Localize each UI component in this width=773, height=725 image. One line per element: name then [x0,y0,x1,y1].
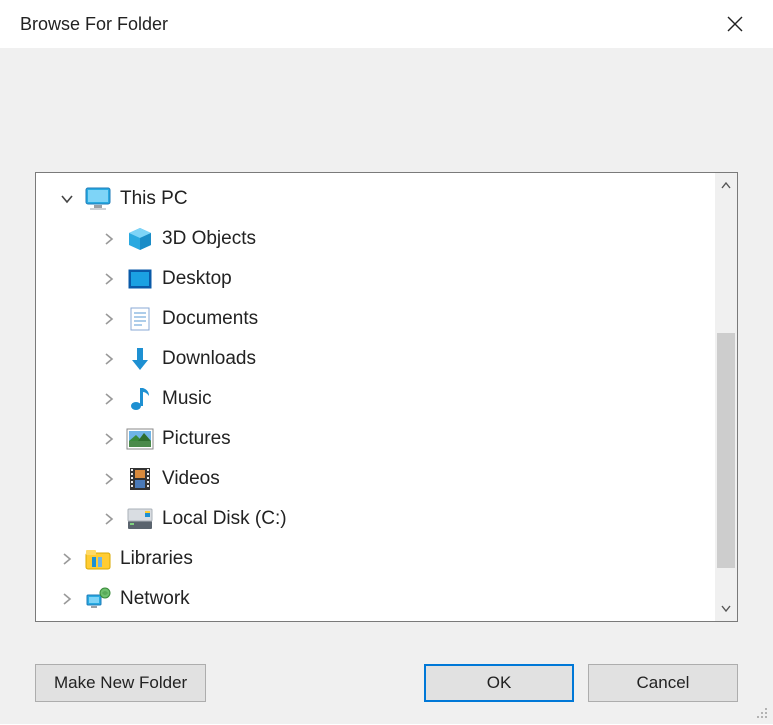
chevron-down-icon[interactable] [58,190,76,208]
tree-item-label: This PC [120,188,188,210]
download-arrow-icon [126,345,154,373]
tree-item-label: Downloads [162,348,256,370]
tree-item-label: Desktop [162,268,232,290]
scroll-up-arrow-icon[interactable] [715,175,737,197]
tree-item-libraries[interactable]: Libraries [40,539,711,579]
tree-item-label: Videos [162,468,220,490]
folder-tree[interactable]: This PC 3D Objects [36,173,715,621]
network-icon [84,585,112,613]
chevron-right-icon[interactable] [100,510,118,528]
tree-item-documents[interactable]: Documents [40,299,711,339]
tree-item-pictures[interactable]: Pictures [40,419,711,459]
close-button[interactable] [715,4,755,44]
chevron-right-icon[interactable] [100,270,118,288]
tree-item-downloads[interactable]: Downloads [40,339,711,379]
tree-item-label: 3D Objects [162,228,256,250]
titlebar: Browse For Folder [0,0,773,48]
vertical-scrollbar[interactable] [715,173,737,621]
tree-item-label: Pictures [162,428,231,450]
tree-item-desktop[interactable]: Desktop [40,259,711,299]
desktop-icon [126,265,154,293]
tree-item-this-pc[interactable]: This PC [40,179,711,219]
scroll-down-arrow-icon[interactable] [715,597,737,619]
picture-icon [126,425,154,453]
chevron-right-icon[interactable] [58,590,76,608]
chevron-right-icon[interactable] [100,430,118,448]
folder-tree-panel: This PC 3D Objects [35,172,738,622]
dialog-title: Browse For Folder [20,14,168,35]
chevron-right-icon[interactable] [58,550,76,568]
chevron-right-icon[interactable] [100,470,118,488]
scroll-thumb[interactable] [717,333,735,568]
make-new-folder-button[interactable]: Make New Folder [35,664,206,702]
chevron-right-icon[interactable] [100,310,118,328]
pc-monitor-icon [84,185,112,213]
resize-grip[interactable] [753,704,769,720]
chevron-right-icon[interactable] [100,350,118,368]
tree-item-network[interactable]: Network [40,579,711,619]
button-row: Make New Folder OK Cancel [35,664,738,702]
cancel-button[interactable]: Cancel [588,664,738,702]
hard-disk-icon [126,505,154,533]
tree-item-local-disk[interactable]: Local Disk (C:) [40,499,711,539]
chevron-right-icon[interactable] [100,230,118,248]
tree-item-label: Music [162,388,212,410]
libraries-icon [84,545,112,573]
document-icon [126,305,154,333]
tree-item-3d-objects[interactable]: 3D Objects [40,219,711,259]
chevron-right-icon[interactable] [100,390,118,408]
ok-button[interactable]: OK [424,664,574,702]
music-note-icon [126,385,154,413]
cube-3d-icon [126,225,154,253]
film-icon [126,465,154,493]
tree-item-label: Network [120,588,190,610]
tree-item-label: Libraries [120,548,193,570]
tree-item-music[interactable]: Music [40,379,711,419]
tree-item-label: Local Disk (C:) [162,508,287,530]
close-icon [726,15,744,33]
tree-item-videos[interactable]: Videos [40,459,711,499]
tree-item-label: Documents [162,308,258,330]
